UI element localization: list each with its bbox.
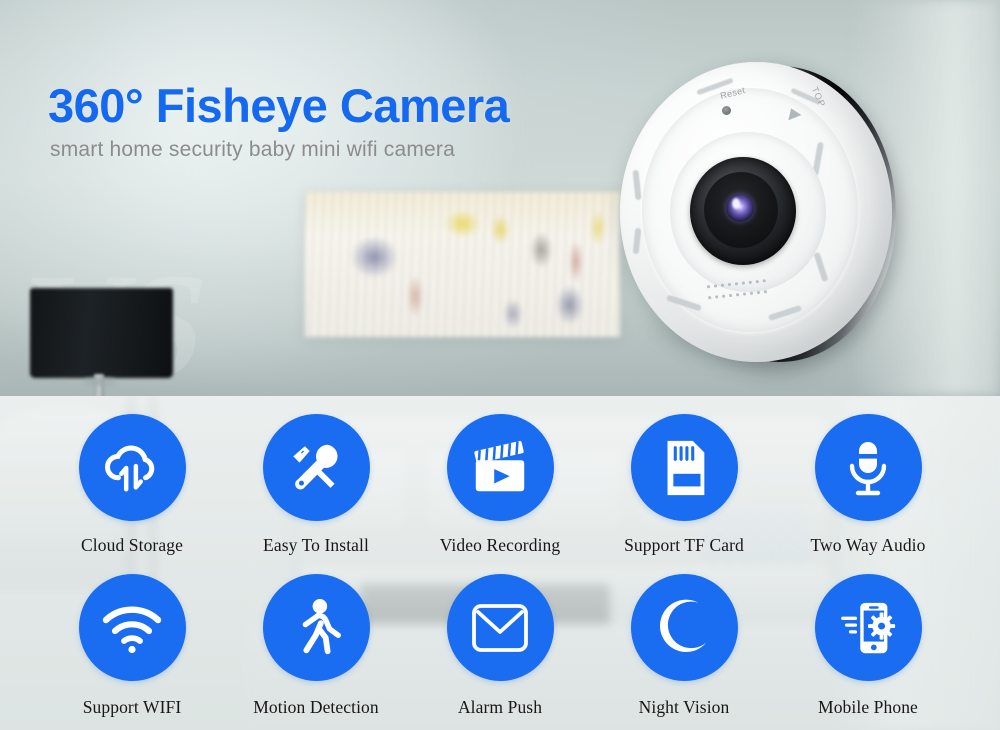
envelope-icon [469, 601, 531, 655]
camera-lens-highlight [732, 198, 740, 209]
sd-card-icon [655, 437, 713, 499]
feature-icon-badge[interactable] [262, 414, 370, 521]
screwdriver-wrench-icon [285, 437, 347, 499]
cloud-sync-icon [101, 437, 163, 499]
feature-item-two-way-audio[interactable]: Two Way Audio [776, 414, 960, 568]
feature-item-cloud-storage[interactable]: Cloud Storage [40, 414, 224, 568]
feature-icon-badge[interactable] [630, 574, 738, 681]
product-image: Reset TOP [612, 52, 912, 372]
feature-icon-badge[interactable] [814, 414, 922, 521]
feature-item-support-tf-card[interactable]: Support TF Card [592, 414, 776, 568]
product-banner: VS 360° Fisheye Camera smart home securi… [0, 0, 1000, 730]
walking-person-icon [287, 597, 345, 659]
feature-item-night-vision[interactable]: Night Vision [592, 568, 776, 722]
feature-icon-badge[interactable] [78, 414, 186, 521]
feature-label: Motion Detection [253, 697, 379, 717]
camera-lens-iris [726, 194, 754, 222]
feature-icon-badge[interactable] [262, 574, 370, 681]
phone-gear-icon [837, 597, 899, 659]
feature-icon-badge[interactable] [446, 414, 554, 521]
feature-item-motion-detection[interactable]: Motion Detection [224, 568, 408, 722]
feature-item-support-wifi[interactable]: Support WIFI [40, 568, 224, 722]
feature-item-mobile-phone[interactable]: Mobile Phone [776, 568, 960, 722]
features-section: Cloud Storage Easy To Install Video Reco… [0, 396, 1000, 730]
lamp-knob [84, 376, 116, 387]
crescent-moon-icon [653, 597, 715, 659]
hero-section: VS 360° Fisheye Camera smart home securi… [0, 0, 1000, 396]
clapperboard-play-icon [468, 437, 532, 499]
microphone-icon [840, 436, 896, 500]
wall-painting [305, 192, 620, 337]
feature-label: Easy To Install [263, 535, 369, 555]
feature-label: Video Recording [439, 535, 561, 555]
feature-item-video-recording[interactable]: Video Recording [408, 414, 592, 568]
feature-icon-badge[interactable] [446, 574, 554, 681]
feature-icon-badge[interactable] [78, 574, 186, 681]
feature-label: Alarm Push [457, 697, 543, 717]
feature-label: Two Way Audio [810, 535, 926, 555]
wifi-icon [100, 601, 164, 655]
feature-label: Mobile Phone [818, 697, 918, 717]
camera-reset-pinhole [722, 106, 731, 115]
feature-grid: Cloud Storage Easy To Install Video Reco… [0, 396, 1000, 730]
page-subtitle: smart home security baby mini wifi camer… [50, 138, 455, 161]
feature-item-alarm-push[interactable]: Alarm Push [408, 568, 592, 722]
feature-label: Night Vision [638, 697, 730, 717]
feature-label: Cloud Storage [81, 535, 183, 555]
feature-icon-badge[interactable] [630, 414, 738, 521]
feature-icon-badge[interactable] [814, 574, 922, 681]
feature-item-easy-to-install[interactable]: Easy To Install [224, 414, 408, 568]
feature-label: Support TF Card [624, 535, 744, 555]
page-title: 360° Fisheye Camera [48, 79, 510, 132]
feature-label: Support WIFI [82, 697, 182, 717]
lamp-shade [30, 288, 173, 378]
